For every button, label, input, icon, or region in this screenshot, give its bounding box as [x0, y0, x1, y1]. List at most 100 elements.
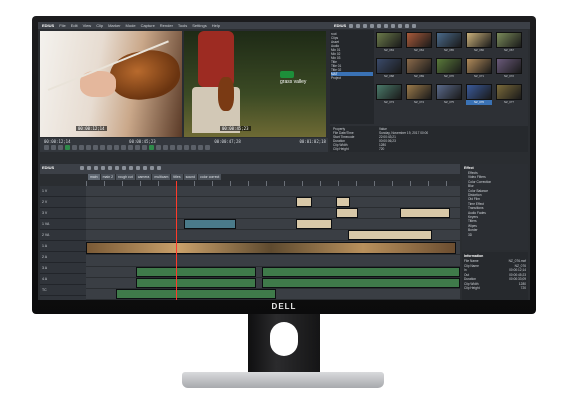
- timeline-clip[interactable]: [336, 208, 358, 218]
- snap-icon[interactable]: [129, 166, 133, 170]
- next-frame-button[interactable]: [79, 145, 84, 150]
- track-header[interactable]: 3 A: [40, 263, 86, 274]
- clip-thumbnail[interactable]: NZ_073: [376, 84, 402, 106]
- sequence-tab[interactable]: main 2: [100, 174, 116, 180]
- track-header[interactable]: TC: [40, 285, 86, 296]
- loop-button[interactable]: [205, 145, 210, 150]
- record-player[interactable]: grass valley 00:00:45;23: [184, 31, 326, 137]
- undo-icon[interactable]: [101, 166, 105, 170]
- clip-thumbnail[interactable]: NZ_077: [496, 84, 522, 106]
- cut-clip-icon[interactable]: [115, 166, 119, 170]
- clip-thumbnail[interactable]: NZ_072: [496, 58, 522, 80]
- go-end-button[interactable]: [170, 145, 175, 150]
- zoom-in-icon[interactable]: [150, 166, 154, 170]
- tc-right-in[interactable]: 00:00:47;28: [214, 139, 241, 144]
- folder-item[interactable]: Project: [331, 76, 373, 80]
- audio-clip[interactable]: [116, 289, 276, 299]
- save-project-icon[interactable]: [94, 166, 98, 170]
- prev-frame-button[interactable]: [135, 145, 140, 150]
- clip-thumbnail[interactable]: NZ_070: [436, 58, 462, 80]
- track-header[interactable]: 4 A: [40, 274, 86, 285]
- insert-button[interactable]: [191, 145, 196, 150]
- list-view-icon[interactable]: [405, 23, 410, 28]
- overwrite-button[interactable]: [198, 145, 203, 150]
- playhead[interactable]: [176, 181, 177, 300]
- menu-render[interactable]: Render: [160, 23, 173, 28]
- audio-clip[interactable]: [262, 278, 460, 288]
- copy-icon[interactable]: [377, 23, 382, 28]
- tc-left-out[interactable]: 00:00:45;23: [129, 139, 156, 144]
- timeline-clip[interactable]: [296, 219, 332, 229]
- clip-thumbnail[interactable]: NZ_064: [406, 32, 432, 54]
- clip-thumbnail[interactable]: NZ_066: [466, 32, 492, 54]
- track-header[interactable]: 2 A: [40, 252, 86, 263]
- sequence-tab[interactable]: camera: [135, 174, 152, 180]
- sequence-tab[interactable]: rough cut: [116, 174, 135, 180]
- clip-thumbnail[interactable]: NZ_063: [376, 32, 402, 54]
- redo-icon[interactable]: [108, 166, 112, 170]
- menu-view[interactable]: View: [83, 23, 92, 28]
- clip-thumbnail[interactable]: NZ_074: [406, 84, 432, 106]
- effect-item[interactable]: 3D: [464, 233, 526, 237]
- audio-clip[interactable]: [136, 278, 256, 288]
- menu-edit[interactable]: Edit: [71, 23, 78, 28]
- sequence-tab[interactable]: color correct: [198, 174, 222, 180]
- timeline-clip[interactable]: [348, 230, 432, 240]
- menu-tools[interactable]: Tools: [178, 23, 187, 28]
- clip-thumbnail[interactable]: NZ_071: [466, 58, 492, 80]
- new-folder-icon[interactable]: [349, 23, 354, 28]
- cut-icon[interactable]: [370, 23, 375, 28]
- thumbnail-view-icon[interactable]: [412, 23, 417, 28]
- mark-in-button[interactable]: [177, 145, 182, 150]
- track-header[interactable]: 1 V: [40, 186, 86, 197]
- track-header[interactable]: 2 VA: [40, 230, 86, 241]
- source-player[interactable]: 00:00:12;14: [40, 31, 182, 137]
- track-header[interactable]: 1 A: [40, 241, 86, 252]
- clip-thumbnail[interactable]: NZ_065: [436, 32, 462, 54]
- mark-out-button[interactable]: [184, 145, 189, 150]
- new-sequence-icon[interactable]: [80, 166, 84, 170]
- search-icon[interactable]: [398, 23, 403, 28]
- sequence-tab[interactable]: main: [88, 174, 100, 180]
- prev-frame-button[interactable]: [51, 145, 56, 150]
- menu-capture[interactable]: Capture: [141, 23, 155, 28]
- go-end-button[interactable]: [86, 145, 91, 150]
- rewind-button[interactable]: [142, 145, 147, 150]
- zoom-out-icon[interactable]: [157, 166, 161, 170]
- go-start-button[interactable]: [128, 145, 133, 150]
- marker-icon[interactable]: [136, 166, 140, 170]
- next-frame-button[interactable]: [163, 145, 168, 150]
- go-start-button[interactable]: [44, 145, 49, 150]
- sequence-tab[interactable]: sound: [183, 174, 198, 180]
- clip-thumbnail[interactable]: NZ_075: [436, 84, 462, 106]
- fast-forward-button[interactable]: [72, 145, 77, 150]
- mark-in-button[interactable]: [93, 145, 98, 150]
- ripple-icon[interactable]: [122, 166, 126, 170]
- open-project-icon[interactable]: [87, 166, 91, 170]
- track-header[interactable]: 3 V: [40, 208, 86, 219]
- delete-icon[interactable]: [391, 23, 396, 28]
- audio-clip[interactable]: [262, 267, 460, 277]
- menu-clip[interactable]: Clip: [96, 23, 103, 28]
- menu-mode[interactable]: Mode: [126, 23, 136, 28]
- tc-right-out[interactable]: 00:01:02;18: [299, 139, 326, 144]
- title-clip[interactable]: [184, 219, 236, 229]
- clip-thumbnail[interactable]: NZ_067: [496, 32, 522, 54]
- sequence-tab[interactable]: multicam: [152, 174, 171, 180]
- play-button[interactable]: [149, 145, 154, 150]
- audio-clip[interactable]: [136, 267, 256, 277]
- loop-button[interactable]: [121, 145, 126, 150]
- render-icon[interactable]: [143, 166, 147, 170]
- sequence-tab[interactable]: titles: [171, 174, 183, 180]
- menu-marker[interactable]: Marker: [108, 23, 120, 28]
- overwrite-button[interactable]: [114, 145, 119, 150]
- timeline-tracks[interactable]: [86, 186, 460, 300]
- tc-left-in[interactable]: 00:00:12;14: [44, 139, 71, 144]
- mark-out-button[interactable]: [100, 145, 105, 150]
- save-icon[interactable]: [363, 23, 368, 28]
- insert-button[interactable]: [107, 145, 112, 150]
- track-header[interactable]: 2 V: [40, 197, 86, 208]
- menu-help[interactable]: Help: [212, 23, 220, 28]
- open-icon[interactable]: [356, 23, 361, 28]
- rewind-button[interactable]: [58, 145, 63, 150]
